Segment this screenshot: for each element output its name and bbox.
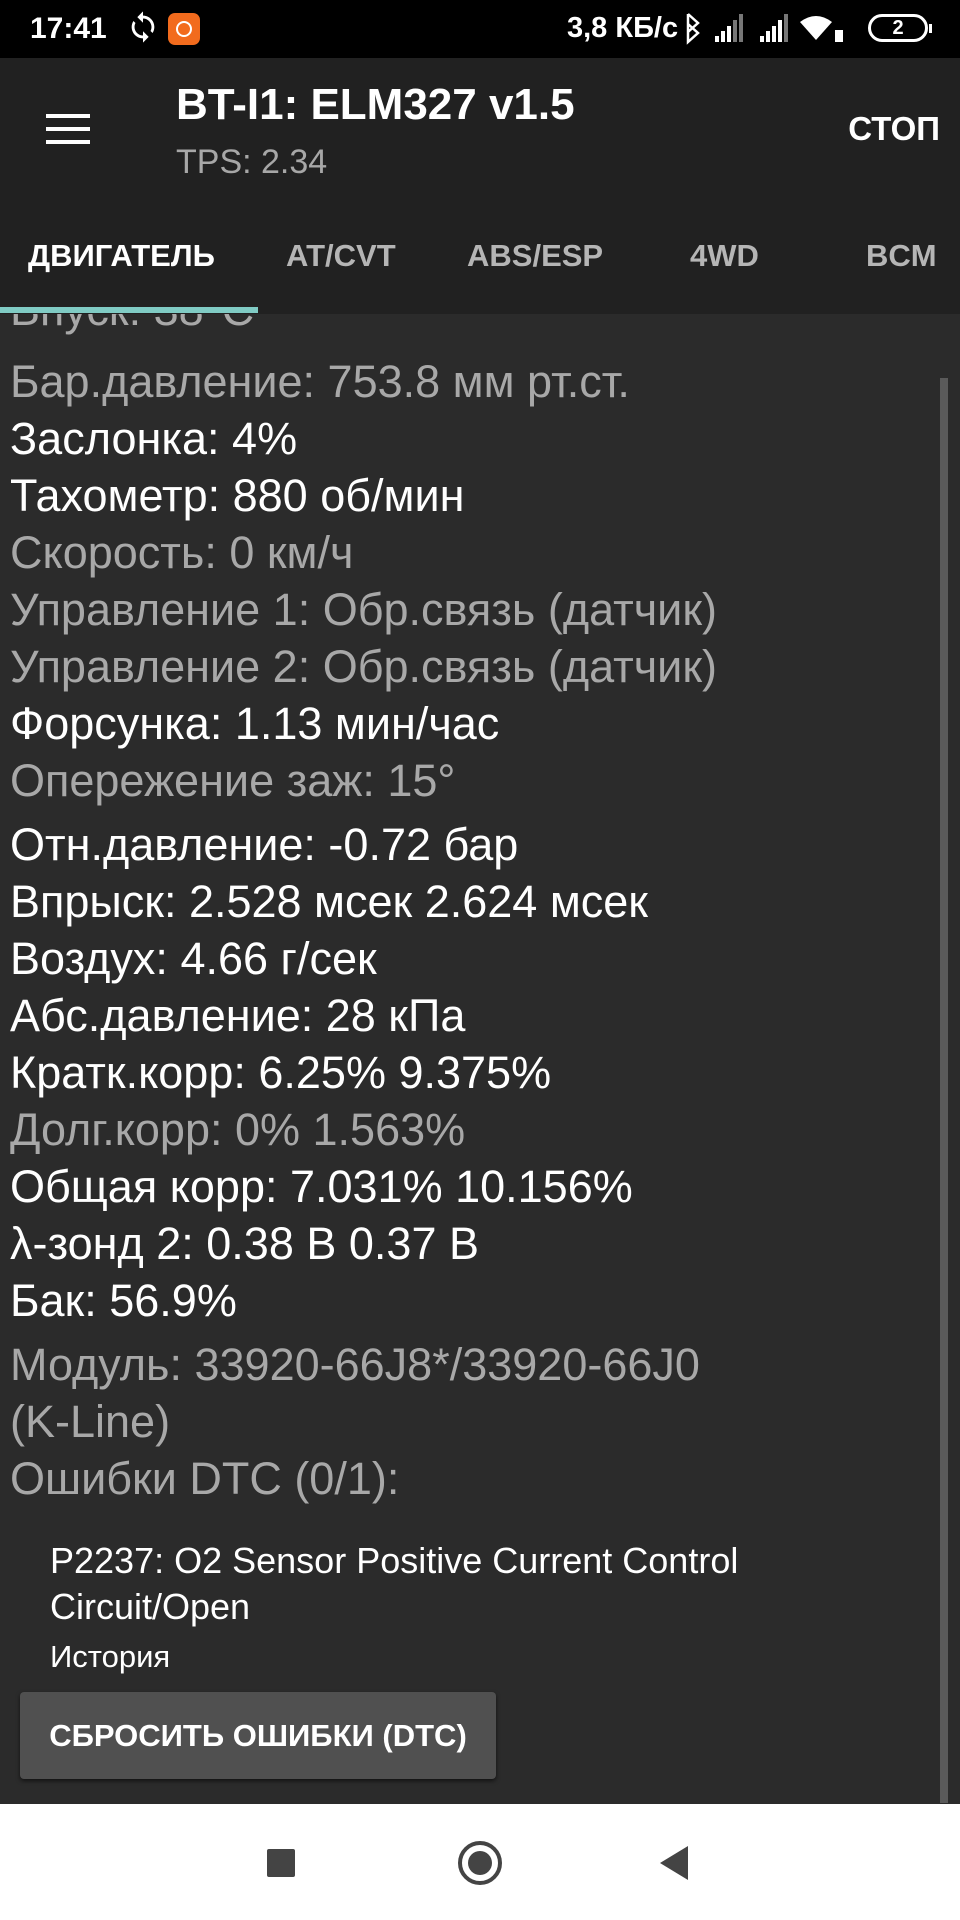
dtc-header: Ошибки DTC (0/1): (10, 1453, 400, 1504)
connectivity-icons (686, 13, 843, 45)
readings-list: Впуск: 38°C Бар.давление: 753.8 мм рт.ст… (0, 314, 960, 1804)
reading-throttle: Заслонка: 4% (10, 413, 298, 464)
reading-rel-pressure: Отн.давление: -0.72 бар (10, 819, 519, 870)
tab-abs-esp[interactable]: ABS/ESP (467, 238, 603, 274)
reading-intake-temp: Впуск: 38°C (10, 314, 254, 336)
stop-button[interactable]: СТОП (848, 110, 940, 148)
app-bar: BT-I1: ELM327 v1.5 TPS: 2.34 СТОП (0, 58, 960, 314)
dtc-status: История (50, 1639, 171, 1674)
tab-at-cvt[interactable]: AT/CVT (286, 238, 396, 274)
navigation-bar (0, 1804, 960, 1920)
page-subtitle: TPS: 2.34 (176, 143, 328, 181)
reading-total-trim: Общая корр: 7.031% 10.156% (10, 1161, 633, 1212)
sync-icon (131, 11, 155, 43)
reading-long-trim: Долг.корр: 0% 1.563% (10, 1104, 466, 1155)
home-icon[interactable] (458, 1841, 502, 1885)
reading-abs-pressure: Абс.давление: 28 кПа (10, 990, 466, 1041)
reading-control-1: Управление 1: Обр.связь (датчик) (10, 584, 717, 635)
network-speed: 3,8 КБ/с (567, 12, 679, 44)
reading-short-trim: Кратк.корр: 6.25% 9.375% (10, 1047, 552, 1098)
hamburger-menu-icon[interactable] (46, 114, 90, 144)
module-protocol: (K-Line) (10, 1396, 171, 1447)
signal-icon (715, 14, 743, 42)
reading-fuel-tank: Бак: 56.9% (10, 1275, 237, 1326)
reading-control-2: Управление 2: Обр.связь (датчик) (10, 641, 717, 692)
back-icon[interactable] (660, 1846, 688, 1880)
status-time: 17:41 (30, 12, 107, 45)
signal-icon (760, 14, 788, 42)
reading-injector: Форсунка: 1.13 мин/час (10, 698, 500, 749)
tab-engine[interactable]: ДВИГАТЕЛЬ (28, 238, 215, 274)
reading-air: Воздух: 4.66 г/сек (10, 933, 377, 984)
reading-injection: Впрыск: 2.528 мсек 2.624 мсек (10, 876, 648, 927)
reading-speed: Скорость: 0 км/ч (10, 527, 354, 578)
status-bar: 17:41 3,8 КБ/с 2 (0, 0, 960, 58)
tab-bcm[interactable]: BCM (866, 238, 937, 274)
reading-rpm: Тахометр: 880 об/мин (10, 470, 465, 521)
recents-icon[interactable] (267, 1849, 295, 1877)
reading-baro-pressure: Бар.давление: 753.8 мм рт.ст. (10, 356, 630, 407)
dtc-code-continued: Circuit/Open (50, 1586, 251, 1627)
app-notification-icon (168, 13, 200, 45)
battery-icon: 2 (868, 14, 932, 42)
reading-lambda-2: λ-зонд 2: 0.38 В 0.37 В (10, 1218, 479, 1269)
wifi-icon (800, 16, 843, 42)
dtc-code: P2237: O2 Sensor Positive Current Contro… (50, 1540, 739, 1581)
reading-ignition-advance: Опережение заж: 15° (10, 755, 456, 806)
tab-4wd[interactable]: 4WD (690, 238, 759, 274)
active-tab-indicator (0, 307, 258, 313)
module-info: Модуль: 33920-66J8*/33920-66J0 (10, 1339, 700, 1390)
reset-dtc-button[interactable]: СБРОСИТЬ ОШИБКИ (DTC) (20, 1692, 496, 1779)
bluetooth-icon (686, 13, 700, 45)
page-title: BT-I1: ELM327 v1.5 (176, 80, 575, 129)
